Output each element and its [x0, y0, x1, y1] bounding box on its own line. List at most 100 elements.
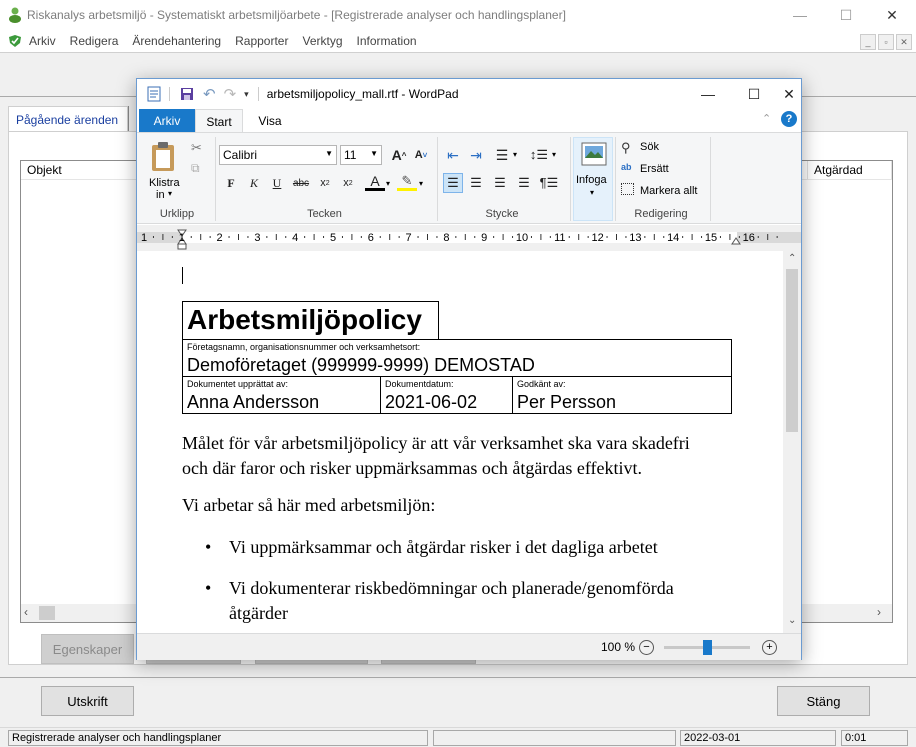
- approved-cell: Godkänt av: Per Persson: [512, 376, 732, 414]
- ruler-number: 16: [743, 232, 755, 244]
- font-color-dropdown-icon[interactable]: ▾: [386, 179, 390, 188]
- select-all-label[interactable]: Markera allt: [640, 185, 697, 197]
- menu-verktyg[interactable]: Verktyg: [302, 34, 342, 48]
- copy-icon[interactable]: ⧉: [191, 161, 200, 176]
- date-label: Dokumentdatum:: [385, 379, 454, 389]
- paragraph-1-line-1: Målet för vår arbetsmiljöpolicy är att v…: [182, 433, 690, 453]
- align-left-icon[interactable]: ☰: [443, 173, 463, 193]
- cut-icon[interactable]: ✂: [191, 140, 202, 156]
- column-atgardad[interactable]: Atgärdad: [807, 161, 892, 179]
- subscript-icon[interactable]: x2: [315, 173, 335, 193]
- zoom-slider-thumb[interactable]: [703, 640, 712, 655]
- column-objekt[interactable]: Objekt: [21, 161, 141, 179]
- wp-minimize-button[interactable]: —: [685, 79, 731, 109]
- document-area[interactable]: Arbetsmiljöpolicy Företagsnamn, organisa…: [137, 251, 801, 633]
- wp-close-button[interactable]: ✕: [777, 79, 801, 109]
- find-label[interactable]: Sök: [640, 141, 659, 153]
- highlight-dropdown-icon[interactable]: ▾: [419, 179, 423, 188]
- grow-font-icon[interactable]: A ^: [389, 145, 409, 165]
- superscript-icon[interactable]: x2: [338, 173, 358, 193]
- redo-icon[interactable]: ↷: [224, 85, 237, 103]
- scroll-down-icon[interactable]: ⌄: [788, 615, 796, 626]
- tab-start[interactable]: Start: [195, 109, 243, 133]
- ruler-number: 12: [591, 232, 603, 244]
- font-name-select[interactable]: Calibri ▼: [219, 145, 337, 165]
- undo-icon[interactable]: ↶: [203, 85, 216, 103]
- align-center-icon[interactable]: ☰: [466, 173, 486, 193]
- align-right-icon[interactable]: ☰: [490, 173, 510, 193]
- help-icon[interactable]: ?: [781, 111, 797, 127]
- paste-label[interactable]: Klistra: [149, 177, 180, 189]
- mdi-close-button[interactable]: ✕: [896, 34, 912, 50]
- line-spacing-dropdown-icon[interactable]: ▾: [552, 150, 556, 159]
- scroll-up-icon[interactable]: ⌃: [788, 253, 796, 264]
- zoom-in-icon[interactable]: +: [762, 640, 777, 655]
- close-button[interactable]: ✕: [869, 0, 915, 30]
- utskrift-button[interactable]: Utskrift: [41, 686, 134, 716]
- ruler-number: 1: [141, 232, 147, 244]
- save-icon[interactable]: [180, 87, 194, 101]
- shrink-font-icon[interactable]: A ˅: [411, 145, 431, 165]
- maximize-button[interactable]: ☐: [823, 0, 869, 30]
- ruler-number: 1: [179, 232, 185, 244]
- ruler[interactable]: 1 1 2 3 4 5 6 7 8 9 10 11 12 13 14 15 16: [137, 225, 801, 251]
- decrease-indent-icon[interactable]: ⇤: [443, 145, 463, 165]
- font-name-chevron-icon[interactable]: ▼: [325, 149, 333, 158]
- menu-arkiv[interactable]: Arkiv: [29, 34, 56, 48]
- ruler-number: 4: [292, 232, 298, 244]
- justify-icon[interactable]: ☰: [514, 173, 534, 193]
- bullet-2-line-2: åtgärder: [229, 603, 288, 623]
- paste-dropdown-icon[interactable]: ▾: [168, 189, 172, 198]
- mdi-restore-button[interactable]: ▫: [878, 34, 894, 50]
- replace-label[interactable]: Ersätt: [640, 163, 669, 175]
- font-size-chevron-icon[interactable]: ▼: [370, 149, 378, 158]
- egenskaper-button[interactable]: Egenskaper: [41, 634, 134, 664]
- bullet-icon: •: [205, 578, 212, 598]
- scroll-thumb[interactable]: [39, 606, 55, 620]
- ruler-number: 5: [330, 232, 336, 244]
- paste-label-2[interactable]: in: [156, 189, 165, 201]
- italic-icon[interactable]: K: [244, 173, 264, 193]
- strikethrough-icon[interactable]: abc: [291, 173, 311, 193]
- tab-arkiv[interactable]: Arkiv: [139, 109, 195, 132]
- qat-dropdown-icon[interactable]: ▾: [244, 89, 249, 100]
- font-size-select[interactable]: 11 ▼: [340, 145, 382, 165]
- increase-indent-icon[interactable]: ⇥: [466, 145, 486, 165]
- minimize-button[interactable]: —: [777, 0, 823, 30]
- insert-button[interactable]: Infoga ▾: [573, 137, 613, 221]
- app-icon: [8, 7, 22, 23]
- menu-rapporter[interactable]: Rapporter: [235, 34, 288, 48]
- select-all-icon[interactable]: [621, 183, 634, 195]
- stang-button[interactable]: Stäng: [777, 686, 870, 716]
- doc-scroll-thumb[interactable]: [786, 269, 798, 432]
- document-vertical-scrollbar[interactable]: ⌃ ⌄: [783, 251, 801, 633]
- bold-icon[interactable]: F: [221, 173, 241, 193]
- replace-icon[interactable]: ab: [621, 162, 632, 172]
- font-size-value: 11: [344, 148, 357, 162]
- menu-redigera[interactable]: Redigera: [70, 34, 119, 48]
- scroll-right-icon[interactable]: ›: [877, 605, 881, 619]
- list-icon[interactable]: ☰: [492, 145, 512, 165]
- mdi-minimize-button[interactable]: _: [860, 34, 876, 50]
- font-color-icon[interactable]: A: [365, 173, 385, 191]
- menu-information[interactable]: Information: [357, 34, 417, 48]
- tab-visa[interactable]: Visa: [249, 109, 291, 132]
- menu-arendehantering[interactable]: Ärendehantering: [132, 34, 221, 48]
- list-dropdown-icon[interactable]: ▾: [513, 150, 517, 159]
- bullet-2-line-1: Vi dokumenterar riskbedömningar och plan…: [229, 578, 674, 598]
- status-text: Registrerade analyser och handlingsplane…: [8, 730, 428, 746]
- paragraph-icon[interactable]: ¶☰: [539, 173, 559, 193]
- highlight-icon[interactable]: ✎: [397, 173, 417, 191]
- find-icon[interactable]: ⚲: [621, 140, 631, 156]
- scroll-left-icon[interactable]: ‹: [24, 605, 28, 619]
- ribbon-collapse-icon[interactable]: ⌃: [762, 112, 771, 125]
- underline-icon[interactable]: U: [267, 173, 287, 193]
- line-spacing-icon[interactable]: ↕☰: [529, 145, 549, 165]
- tab-pagaende-arenden[interactable]: Pågående ärenden: [8, 106, 128, 132]
- status-bar: Registrerade analyser och handlingsplane…: [0, 727, 916, 747]
- author-label: Dokumentet upprättat av:: [187, 379, 289, 389]
- ruler-number: 10: [516, 232, 528, 244]
- zoom-out-icon[interactable]: −: [639, 640, 654, 655]
- paste-icon[interactable]: [149, 141, 179, 173]
- wp-maximize-button[interactable]: ☐: [731, 79, 777, 109]
